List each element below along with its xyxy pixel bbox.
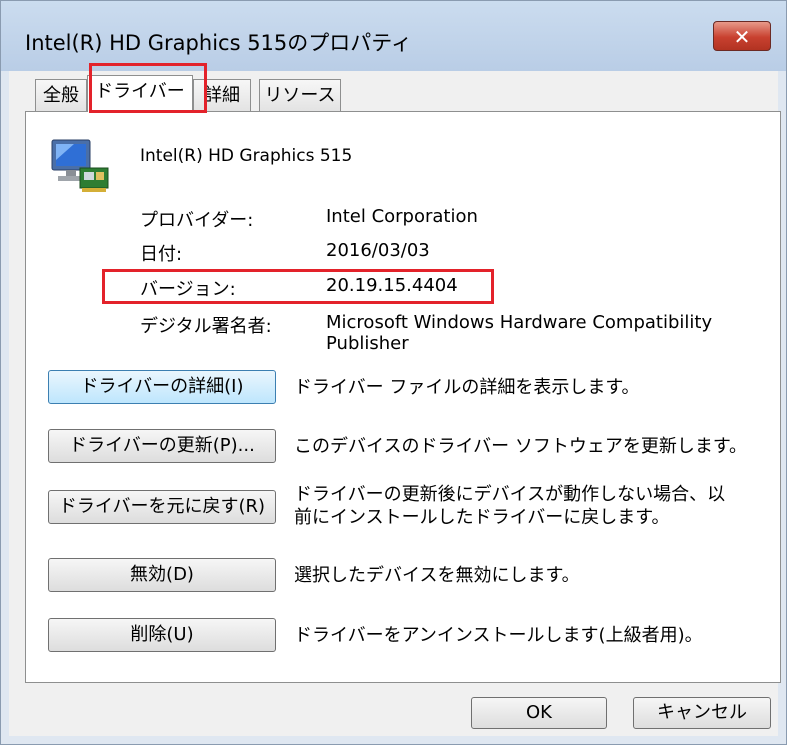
rollback-driver-description: ドライバーの更新後にデバイスが動作しない場合、以前にインストールしたドライバーに… — [294, 484, 726, 528]
signer-label: デジタル署名者: — [140, 316, 272, 337]
uninstall-description: ドライバーをアンインストールします(上級者用)。 — [294, 625, 703, 646]
display-adapter-icon — [51, 139, 109, 192]
properties-dialog: Intel(R) HD Graphics 515のプロパティ ✕ 全般 ドライバ… — [0, 0, 787, 745]
signer-value: Microsoft Windows Hardware Compatibility… — [326, 312, 713, 354]
rollback-driver-button[interactable]: ドライバーを元に戻す(R) — [48, 490, 276, 524]
ok-button[interactable]: OK — [471, 697, 607, 729]
cancel-button[interactable]: キャンセル — [633, 697, 771, 729]
driver-details-button[interactable]: ドライバーの詳細(I) — [48, 370, 276, 404]
close-icon: ✕ — [733, 25, 751, 49]
update-driver-description: このデバイスのドライバー ソフトウェアを更新します。 — [294, 436, 748, 457]
tab-resources[interactable]: リソース — [259, 79, 341, 111]
disable-button[interactable]: 無効(D) — [48, 558, 276, 592]
version-value: 20.19.15.4404 — [326, 275, 458, 296]
title-bar[interactable]: Intel(R) HD Graphics 515のプロパティ ✕ — [1, 1, 786, 71]
provider-label: プロバイダー: — [140, 210, 254, 231]
device-name: Intel(R) HD Graphics 515 — [140, 146, 353, 166]
uninstall-button[interactable]: 削除(U) — [48, 618, 276, 652]
driver-details-description: ドライバー ファイルの詳細を表示します。 — [294, 377, 640, 398]
dialog-client: 全般 ドライバー 詳細 リソース Intel(R) HD Graphics 51… — [9, 63, 781, 736]
disable-description: 選択したデバイスを無効にします。 — [294, 565, 580, 586]
tab-driver[interactable]: ドライバー — [87, 75, 193, 112]
date-value: 2016/03/03 — [326, 240, 430, 261]
provider-value: Intel Corporation — [326, 206, 478, 227]
tab-details[interactable]: 詳細 — [193, 79, 251, 111]
version-label: バージョン: — [140, 279, 236, 300]
date-label: 日付: — [140, 244, 183, 265]
close-button[interactable]: ✕ — [713, 21, 771, 51]
window-title: Intel(R) HD Graphics 515のプロパティ — [25, 31, 413, 55]
driver-tab-panel: Intel(R) HD Graphics 515 プロバイダー: Intel C… — [25, 111, 781, 683]
update-driver-button[interactable]: ドライバーの更新(P)... — [48, 429, 276, 463]
tab-general[interactable]: 全般 — [35, 79, 87, 111]
